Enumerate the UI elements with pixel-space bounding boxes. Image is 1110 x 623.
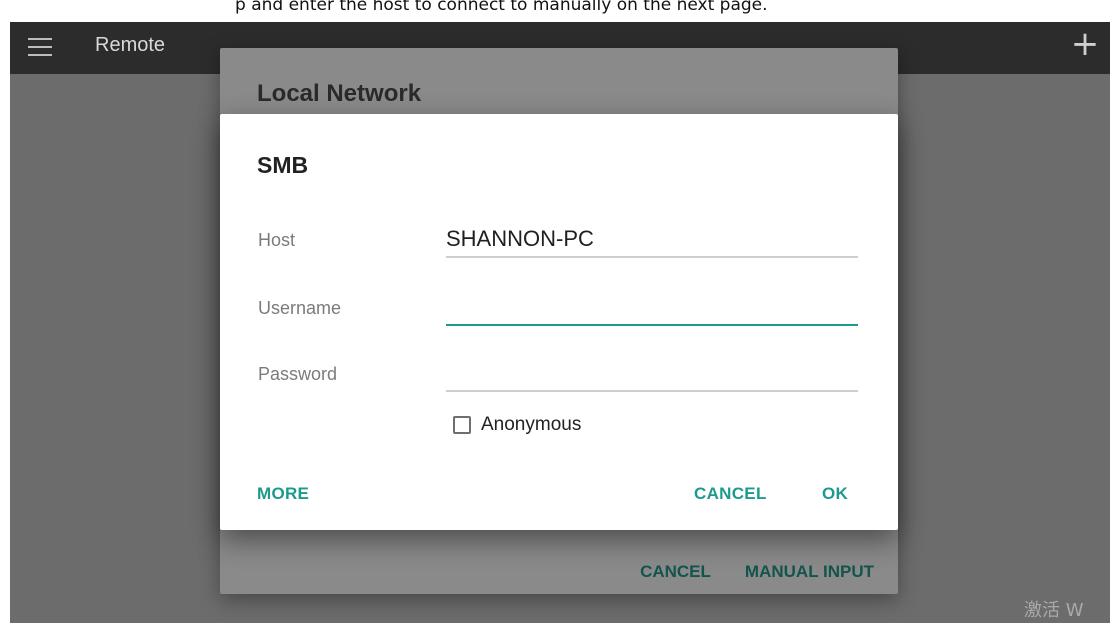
- top-caption-text: p and enter the host to connect to manua…: [235, 0, 768, 15]
- host-label: Host: [258, 230, 296, 250]
- smb-dialog: SMB Host Username Password Anonymous MOR…: [220, 114, 898, 530]
- local-network-title: Local Network: [257, 80, 422, 107]
- app-window: Remote + Local Network CANCEL MANUAL INPU…: [10, 22, 1110, 623]
- top-caption-strip: p and enter the host to connect to manua…: [0, 0, 1110, 22]
- password-label: Password: [258, 364, 338, 384]
- local-network-cancel-button[interactable]: CANCEL: [640, 562, 711, 581]
- smb-dialog-title: SMB: [257, 152, 309, 178]
- local-network-actions: CANCEL MANUAL INPUT: [606, 562, 874, 582]
- username-input[interactable]: [446, 290, 858, 324]
- plus-icon[interactable]: +: [1068, 24, 1102, 64]
- anonymous-option[interactable]: Anonymous: [453, 414, 581, 436]
- password-input[interactable]: [446, 356, 858, 390]
- username-label: Username: [258, 298, 342, 318]
- host-field[interactable]: [446, 222, 858, 258]
- password-field[interactable]: [446, 356, 858, 392]
- hamburger-menu-icon[interactable]: [28, 36, 52, 58]
- manual-input-button[interactable]: MANUAL INPUT: [745, 562, 874, 581]
- ok-button[interactable]: OK: [822, 484, 848, 504]
- host-input[interactable]: [446, 222, 858, 256]
- watermark-text: 激活 W: [1024, 600, 1084, 621]
- anonymous-checkbox[interactable]: [453, 416, 471, 434]
- cancel-button[interactable]: CANCEL: [694, 484, 767, 504]
- anonymous-label: Anonymous: [481, 414, 582, 435]
- toolbar-title: Remote: [95, 34, 166, 56]
- more-button[interactable]: MORE: [257, 484, 309, 504]
- username-field[interactable]: [446, 290, 858, 326]
